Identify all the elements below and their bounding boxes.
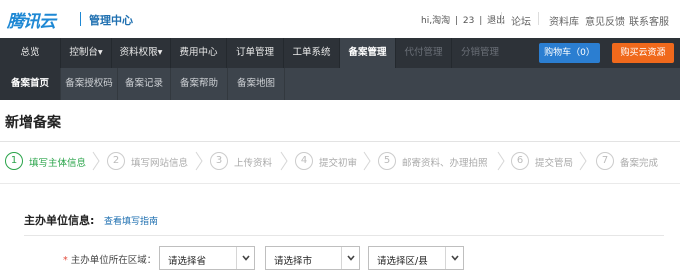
steps-divider xyxy=(0,183,680,184)
chevron-right-icon xyxy=(363,151,371,171)
user-area: hi,淘淘 | 23 | 退出 xyxy=(421,13,507,26)
province-select[interactable]: 请选择省 xyxy=(159,246,255,270)
sponsor-info-heading: 主办单位信息: xyxy=(24,214,95,227)
city-select-value: 请选择市 xyxy=(274,256,313,267)
header-divider xyxy=(501,12,502,25)
step-number: 4 xyxy=(295,152,313,170)
region-label-text: 主办单位所在区域： xyxy=(70,255,157,266)
sub-nav: 备案首页 备案授权码 备案记录 备案帮助 备案地图 xyxy=(0,68,680,100)
tencent-cloud-logo[interactable]: 腾讯云 xyxy=(7,7,56,32)
step-number: 7 xyxy=(596,152,614,170)
nav-ticket-system[interactable]: 工单系统 xyxy=(284,38,339,68)
chevron-right-icon xyxy=(195,151,203,171)
buy-cloud-resources-button[interactable]: 购买云资源 xyxy=(612,43,674,63)
step-label: 备案完成 xyxy=(620,158,659,169)
subnav-filing-home[interactable]: 备案首页 xyxy=(0,68,60,100)
chevron-right-icon xyxy=(579,151,587,171)
subnav-filing-map[interactable]: 备案地图 xyxy=(228,68,284,100)
fill-guide-link[interactable]: 查看填写指南 xyxy=(104,214,158,227)
chevron-right-icon xyxy=(497,151,505,171)
county-select[interactable]: 请选择区/县 xyxy=(368,246,464,270)
step-number: 3 xyxy=(210,152,228,170)
chevron-right-icon xyxy=(92,151,100,171)
header-divider xyxy=(538,12,539,25)
cart-button[interactable]: 购物车（0） xyxy=(539,43,600,63)
step-label: 上传资料 xyxy=(234,158,273,169)
chevron-down-icon xyxy=(347,255,355,261)
step-label: 邮寄资料、办理拍照 xyxy=(402,158,488,169)
logo-divider xyxy=(80,12,81,26)
nav-distribution[interactable]: 分销管理 xyxy=(452,38,508,68)
title-divider xyxy=(0,141,680,142)
subnav-auth-code[interactable]: 备案授权码 xyxy=(61,68,117,100)
nav-console[interactable]: 控制台▾ xyxy=(61,38,111,68)
section-divider xyxy=(24,235,664,236)
county-dropdown-toggle[interactable] xyxy=(445,247,463,269)
subnav-filing-help[interactable]: 备案帮助 xyxy=(171,68,227,100)
user-greeting[interactable]: hi,淘淘 xyxy=(421,16,450,26)
user-separator: | xyxy=(479,16,483,26)
nav-resource-permissions[interactable]: 资料权限▾ xyxy=(112,38,170,68)
chevron-down-icon xyxy=(451,255,459,261)
required-mark: * xyxy=(63,255,68,266)
nav-order-management[interactable]: 订单管理 xyxy=(227,38,283,68)
nav-billing-center[interactable]: 费用中心 xyxy=(171,38,226,68)
contact-support-link[interactable]: 联系客服 xyxy=(629,13,669,28)
top-header: 腾讯云 管理中心 hi,淘淘 | 23 | 退出 论坛 资料库 意见反馈 联系客… xyxy=(0,0,680,38)
county-select-value: 请选择区/县 xyxy=(377,256,428,267)
user-id[interactable]: 23 xyxy=(463,16,474,26)
step-label: 填写网站信息 xyxy=(131,158,189,169)
feedback-link[interactable]: 意见反馈 xyxy=(585,13,625,28)
nav-icp-filing[interactable]: 备案管理 xyxy=(340,38,395,68)
step-label: 提交管局 xyxy=(535,158,574,169)
step-number: 5 xyxy=(378,152,396,170)
city-dropdown-toggle[interactable] xyxy=(341,247,359,269)
page-title: 新增备案 xyxy=(5,115,61,131)
province-select-value: 请选择省 xyxy=(168,256,207,267)
docs-link[interactable]: 资料库 xyxy=(549,13,579,28)
chevron-right-icon xyxy=(280,151,288,171)
step-number: 6 xyxy=(511,152,529,170)
main-nav: 总览 控制台▾ 资料权限▾ 费用中心 订单管理 工单系统 备案管理 代付管理 分… xyxy=(0,38,680,68)
step-number: 2 xyxy=(107,152,125,170)
console-title[interactable]: 管理中心 xyxy=(89,12,133,28)
chevron-down-icon xyxy=(242,255,250,261)
user-separator: | xyxy=(454,16,458,26)
step-label: 提交初审 xyxy=(319,158,358,169)
nav-proxy-payment[interactable]: 代付管理 xyxy=(396,38,451,68)
subnav-filing-records[interactable]: 备案记录 xyxy=(118,68,170,100)
logout-link[interactable]: 退出 xyxy=(487,16,505,26)
step-label: 填写主体信息 xyxy=(29,158,87,169)
city-select[interactable]: 请选择市 xyxy=(265,246,360,270)
province-dropdown-toggle[interactable] xyxy=(236,247,254,269)
nav-overview[interactable]: 总览 xyxy=(0,38,60,68)
subnav-divider xyxy=(284,68,285,100)
forum-link[interactable]: 论坛 xyxy=(511,13,531,28)
region-field-label: * 主办单位所在区域： xyxy=(63,252,156,266)
step-number: 1 xyxy=(5,152,23,170)
